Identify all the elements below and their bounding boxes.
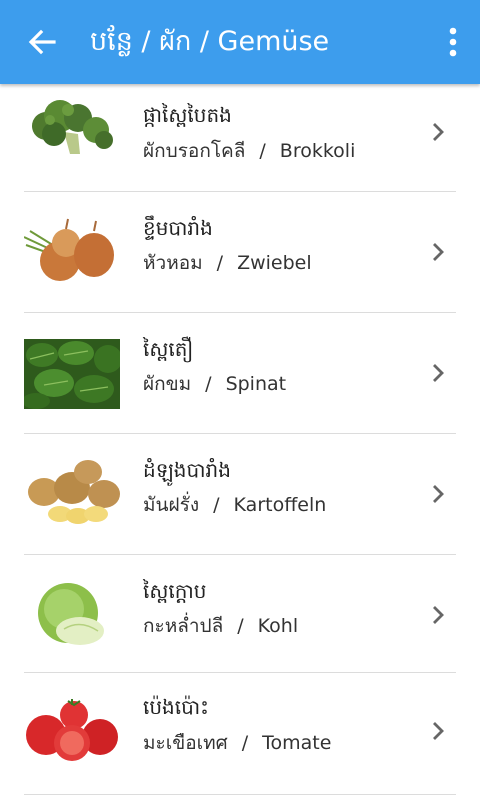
chevron-right-icon: [433, 722, 444, 740]
item-name-th: หัวหอม: [143, 252, 203, 274]
list-item-onion[interactable]: ខ្ទឹមបារាំង หัวหอม / Zwiebel: [0, 192, 480, 313]
item-name-translation: มันฝรั่ง / Kartoffeln: [143, 490, 326, 520]
item-name-th: มะเขือเทศ: [143, 732, 228, 754]
list-item-spinach[interactable]: ស្ពៃតឿ ผักขม / Spinat: [0, 313, 480, 434]
chevron-right-icon: [433, 485, 444, 503]
separator: /: [241, 732, 249, 754]
item-name-translation: หัวหอม / Zwiebel: [143, 248, 312, 278]
vegetable-list: ផ្កាស្ពៃបៃតង ผักบรอกโคลี / Brokkoli ខ្ទឹមប…: [0, 84, 480, 795]
broccoli-image: [24, 92, 120, 162]
item-name-km: ស្ពៃក្តោប: [143, 579, 207, 603]
item-name-de: Tomate: [262, 732, 332, 754]
item-name-th: มันฝรั่ง: [143, 494, 200, 516]
tomato-image: [24, 697, 120, 767]
item-name-translation: ผักขม / Spinat: [143, 369, 286, 399]
item-name-de: Zwiebel: [237, 252, 312, 274]
separator: /: [216, 252, 224, 274]
item-name-translation: ผักบรอกโคลี / Brokkoli: [143, 136, 355, 166]
chevron-right-icon: [433, 606, 444, 624]
chevron-right-icon: [433, 123, 444, 141]
list-item-cabbage[interactable]: ស្ពៃក្តោប กะหล่ำปลี / Kohl: [0, 555, 480, 673]
item-name-de: Kartoffeln: [233, 494, 327, 516]
item-name-km: ដំឡូងបារាំង: [143, 458, 231, 482]
item-name-de: Brokkoli: [279, 140, 356, 162]
item-name-translation: กะหล่ำปลี / Kohl: [143, 611, 298, 641]
item-name-km: ផ្កាស្ពៃបៃតង: [143, 103, 232, 127]
separator: /: [259, 140, 266, 162]
cabbage-image: [24, 579, 120, 649]
item-name-km: ស្ពៃតឿ: [143, 337, 194, 361]
chevron-right-icon: [433, 243, 444, 261]
list-item-broccoli[interactable]: ផ្កាស្ពៃបៃតង ผักบรอกโคลี / Brokkoli: [0, 84, 480, 192]
chevron-right-icon: [433, 364, 444, 382]
separator: /: [213, 494, 220, 516]
item-name-th: กะหล่ำปลี: [143, 615, 224, 637]
list-item-potato[interactable]: ដំឡូងបារាំង มันฝรั่ง / Kartoffeln: [0, 434, 480, 555]
divider: [24, 794, 456, 795]
item-name-km: ប៉េងប៉ោះ: [143, 695, 209, 719]
onion-image: [24, 217, 120, 287]
overflow-menu-icon[interactable]: [440, 24, 466, 60]
arrow-back-icon[interactable]: [26, 26, 58, 58]
spinach-image: [24, 339, 120, 409]
app-bar: បន្លែ / ผัก / Gemüse: [0, 0, 480, 84]
item-name-translation: มะเขือเทศ / Tomate: [143, 728, 331, 758]
item-name-de: Kohl: [257, 615, 299, 637]
item-name-de: Spinat: [225, 373, 287, 395]
item-name-th: ผักบรอกโคลี: [143, 140, 246, 162]
item-name-th: ผักขม: [143, 373, 192, 395]
separator: /: [237, 615, 244, 637]
separator: /: [205, 373, 212, 395]
page-title: បន្លែ / ผัก / Gemüse: [90, 26, 330, 57]
item-name-km: ខ្ទឹមបារាំង: [143, 216, 213, 240]
list-item-tomato[interactable]: ប៉េងប៉ោះ มะเขือเทศ / Tomate: [0, 673, 480, 795]
potato-image: [24, 458, 120, 528]
